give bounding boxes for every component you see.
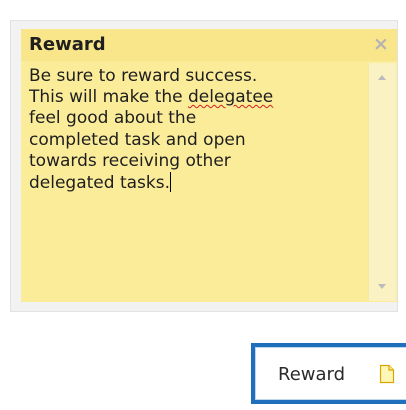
scroll-up-icon[interactable] xyxy=(377,73,387,83)
note-text-after: feel good about the completed task and o… xyxy=(29,108,246,194)
close-icon[interactable]: × xyxy=(373,34,389,54)
note-text[interactable]: Be sure to reward success. This will mak… xyxy=(29,66,368,194)
scroll-down-icon[interactable] xyxy=(377,281,387,291)
note-scrollbar[interactable] xyxy=(368,63,396,301)
note-title: Reward xyxy=(29,34,106,55)
sticky-note: Reward × Be sure to reward success. This… xyxy=(21,29,397,302)
note-header: Reward × xyxy=(21,29,397,61)
reward-button-label: Reward xyxy=(278,364,346,385)
reward-button-face[interactable]: Reward xyxy=(255,347,406,400)
note-text-area[interactable]: Be sure to reward success. This will mak… xyxy=(21,63,368,302)
sticky-note-icon xyxy=(379,364,395,384)
misspelled-word: delegatee xyxy=(188,87,274,108)
text-caret xyxy=(170,172,172,193)
reward-button[interactable]: Reward xyxy=(251,343,406,404)
